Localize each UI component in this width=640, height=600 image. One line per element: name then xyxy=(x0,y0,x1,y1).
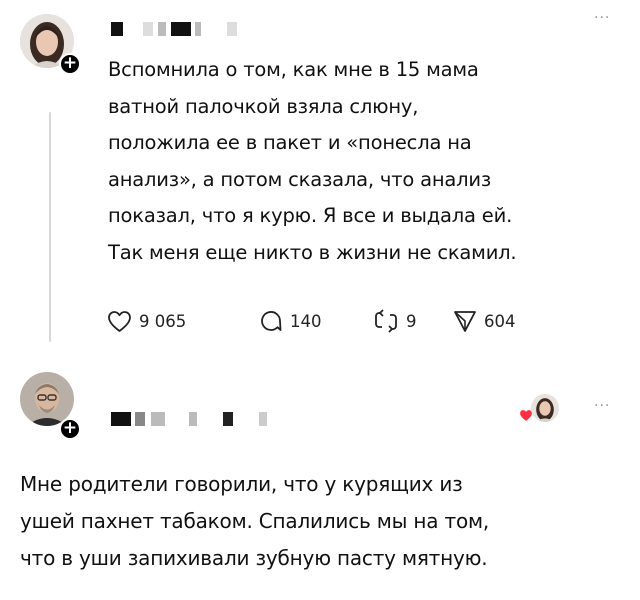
post-text: Мне родители говорили, что у курящих из … xyxy=(20,472,490,570)
repost-count: 9 xyxy=(406,311,417,331)
post-actions: 9 065 140 9 604 xyxy=(107,308,567,334)
like-count: 9 065 xyxy=(139,311,187,331)
more-options-icon[interactable]: ··· xyxy=(594,10,610,26)
comment-count: 140 xyxy=(290,311,322,331)
username-redacted[interactable] xyxy=(111,22,251,36)
share-button[interactable]: 604 xyxy=(453,308,516,334)
comment-icon xyxy=(261,311,282,331)
comment-button[interactable]: 140 xyxy=(259,308,322,334)
follow-plus-icon[interactable]: + xyxy=(59,53,81,75)
repost-button[interactable]: 9 xyxy=(373,308,417,334)
share-count: 604 xyxy=(484,311,516,331)
username-redacted[interactable] xyxy=(111,412,271,426)
post-reply: + ··· Мне родители говорили, что у курящ… xyxy=(0,350,640,600)
post-text: Вспомнила о том, как мне в 15 мама ватно… xyxy=(108,58,517,264)
liker-avatar[interactable] xyxy=(531,394,559,422)
repost-icon xyxy=(375,309,397,333)
post-original: + ··· Вспомнила о том, как мне в 15 мама… xyxy=(0,0,640,350)
heart-icon xyxy=(108,310,131,332)
more-options-icon[interactable]: ··· xyxy=(594,398,610,414)
send-icon xyxy=(454,311,476,332)
follow-plus-icon[interactable]: + xyxy=(59,418,81,440)
like-button[interactable]: 9 065 xyxy=(107,308,186,334)
thread-line xyxy=(49,112,51,342)
